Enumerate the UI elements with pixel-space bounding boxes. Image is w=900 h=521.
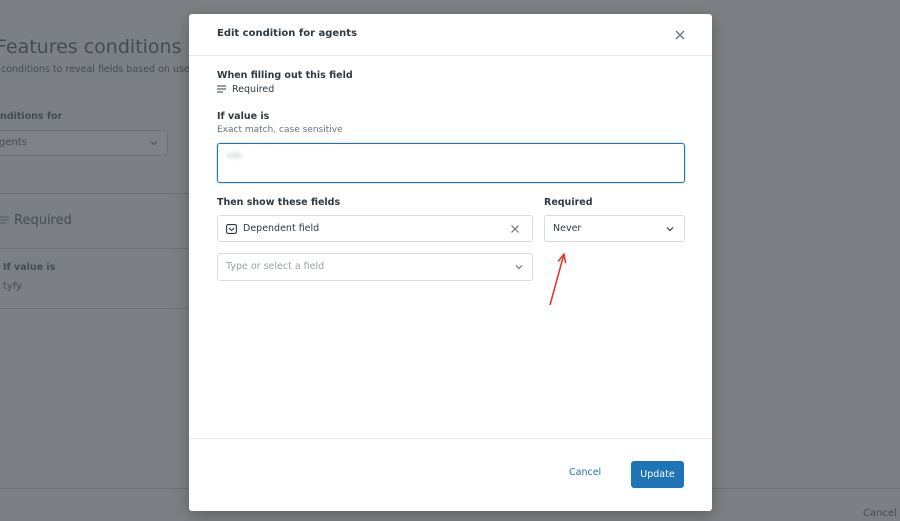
if-value-hint: Exact match, case sensitive: [217, 125, 343, 135]
source-field-name: Required: [232, 84, 275, 95]
required-column-label: Required: [544, 197, 593, 208]
dropdown-field-icon: [226, 224, 237, 234]
chevron-down-icon: [150, 141, 158, 146]
bg-divider: [0, 308, 190, 309]
bg-divider: [0, 193, 190, 194]
bg-divider: [0, 248, 190, 249]
dependent-field-name: Dependent field: [243, 223, 320, 234]
bg-page-subtitle: conditions to reveal fields based on use…: [1, 64, 189, 75]
update-button[interactable]: Update: [631, 461, 684, 488]
dependent-field-row[interactable]: Dependent field: [217, 215, 533, 242]
chevron-down-icon: [666, 227, 674, 232]
bg-conditions-for-select: gents: [0, 130, 168, 156]
if-value-label: If value is: [217, 111, 270, 122]
add-field-combobox[interactable]: Type or select a field: [217, 253, 533, 281]
when-filling-label: When filling out this field: [217, 70, 353, 81]
bg-required-label: Required: [14, 213, 72, 228]
bg-page-title: Features conditions: [0, 36, 182, 58]
remove-icon[interactable]: [510, 224, 520, 234]
lines-icon: [217, 85, 226, 93]
bg-if-value-value: tyfy: [3, 281, 23, 292]
chevron-down-icon: [515, 265, 523, 270]
bg-conditions-for-label: nditions for: [0, 111, 63, 122]
modal-title: Edit condition for agents: [217, 28, 358, 39]
then-show-label: Then show these fields: [217, 197, 341, 208]
modal-header: Edit condition for agents: [189, 14, 712, 56]
lines-icon: [0, 216, 9, 224]
modal-footer: Cancel Update: [189, 438, 712, 511]
bg-conditions-for-value: gents: [0, 137, 27, 148]
bg-required-row: Required: [0, 213, 72, 228]
add-field-placeholder: Type or select a field: [226, 261, 325, 272]
required-select-value: Never: [553, 223, 582, 234]
cancel-button[interactable]: Cancel: [569, 467, 601, 478]
edit-condition-modal: Edit condition for agents When filling o…: [189, 14, 712, 511]
close-icon[interactable]: [673, 28, 687, 42]
if-value-input[interactable]: vds: [217, 143, 685, 183]
bg-if-value-label: If value is: [3, 262, 56, 273]
if-value-text: vds: [226, 151, 242, 161]
source-field: Required: [217, 84, 274, 95]
annotation-arrow: [549, 253, 567, 306]
bg-cancel-button: Cancel: [863, 508, 897, 519]
required-select[interactable]: Never: [544, 215, 685, 242]
